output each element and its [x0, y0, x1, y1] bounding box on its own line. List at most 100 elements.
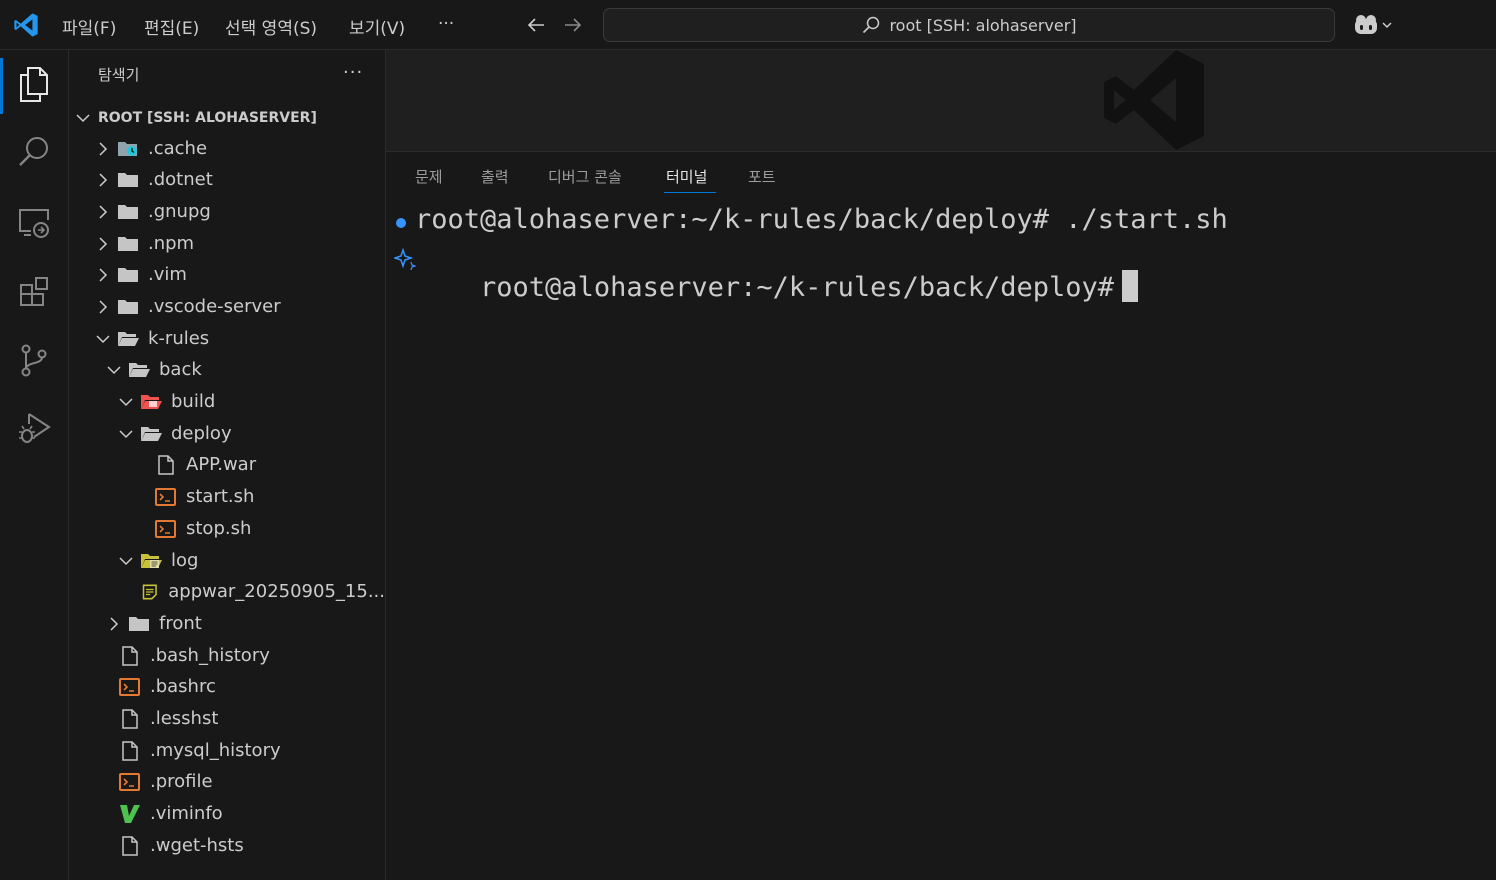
tree-item-label: .profile [150, 771, 213, 792]
tree-item-bashrc[interactable]: .bashrc [69, 671, 385, 702]
folder-icon [118, 299, 138, 314]
menu-edit[interactable]: 편집(E) [144, 14, 199, 39]
terminal-prompt: root@alohaserver:~/k-rules/back/deploy# [480, 272, 1114, 303]
sidebar-more-button[interactable]: ··· [343, 62, 363, 83]
tree-item-appwar-log[interactable]: appwar_20250905_15... [69, 576, 385, 607]
command-center-label: root [SSH: alohaserver] [889, 15, 1077, 35]
file-icon [122, 835, 138, 856]
bottom-panel: 문제 출력 디버그 콘솔 터미널 포트 root@alohaserver:~/k… [386, 152, 1496, 880]
tree-item-start-sh[interactable]: start.sh [69, 481, 385, 512]
shell-script-icon [119, 677, 140, 696]
back-arrow-icon[interactable] [524, 13, 548, 37]
tree-item-front[interactable]: front [69, 608, 385, 639]
folder-icon [118, 172, 138, 187]
tree-item-build[interactable]: build [69, 386, 385, 417]
log-file-icon [142, 584, 157, 599]
tree-item-vim[interactable]: .vim [69, 259, 385, 290]
source-control-icon [21, 344, 47, 377]
terminal-prompt-line[interactable]: root@alohaserver:~/k-rules/back/deploy# [415, 239, 1138, 334]
active-tab-underline [664, 192, 716, 193]
tree-item-k-rules[interactable]: k-rules [69, 323, 385, 354]
tree-item-label: .wget-hsts [150, 835, 244, 856]
run-debug-icon [19, 413, 51, 443]
command-success-dot [396, 218, 406, 228]
tree-item-viminfo[interactable]: .viminfo [69, 798, 385, 829]
explorer-button[interactable] [14, 64, 54, 104]
editor-area[interactable] [386, 50, 1496, 152]
chevron-down-icon [76, 114, 90, 123]
folder-icon [118, 236, 138, 251]
tree-item-npm[interactable]: .npm [69, 228, 385, 259]
extensions-button[interactable] [14, 272, 54, 312]
tree-item-label: appwar_20250905_15... [168, 581, 385, 602]
tree-item-label: .mysql_history [150, 740, 281, 761]
folder-icon [129, 616, 149, 631]
tree-item-vscode-server[interactable]: .vscode-server [69, 291, 385, 322]
tree-item-label: k-rules [148, 328, 210, 349]
menu-more[interactable]: ··· [438, 14, 454, 34]
tab-debug-console[interactable]: 디버그 콘솔 [548, 166, 622, 187]
tree-item-label: deploy [171, 423, 232, 444]
chevron-right-icon [99, 236, 108, 251]
menu-file[interactable]: 파일(F) [62, 14, 116, 39]
tree-item-label: build [171, 391, 216, 412]
run-debug-button[interactable] [14, 408, 54, 448]
chevron-right-icon [99, 204, 108, 219]
menu-view[interactable]: 보기(V) [349, 14, 405, 39]
build-folder-icon [141, 394, 162, 409]
tree-item-dotnet[interactable]: .dotnet [69, 164, 385, 195]
tree-item-label: .npm [148, 233, 195, 254]
tree-item-cache[interactable]: .cache [69, 133, 385, 164]
tree-item-wget-hsts[interactable]: .wget-hsts [69, 830, 385, 861]
tree-item-label: .bashrc [150, 676, 216, 697]
tree-item-label: .viminfo [150, 803, 223, 824]
tree-item-log[interactable]: log [69, 545, 385, 576]
sidebar-title: 탐색기 [98, 66, 140, 84]
tree-item-label: back [159, 359, 202, 380]
tree-item-label: .cache [148, 138, 208, 159]
copilot-button[interactable] [1352, 12, 1398, 38]
remote-explorer-button[interactable] [14, 202, 54, 242]
workspace-root-header[interactable]: ROOT [SSH: ALOHASERVER] [75, 106, 317, 130]
sparkle-icon[interactable] [394, 248, 416, 270]
shell-script-icon [155, 519, 176, 538]
tree-item-label: APP.war [186, 454, 257, 475]
tab-output[interactable]: 출력 [481, 166, 509, 187]
command-center[interactable]: root [SSH: alohaserver] [603, 8, 1335, 42]
tree-item-back[interactable]: back [69, 354, 385, 385]
search-icon [863, 16, 880, 34]
tree-item-label: .bash_history [150, 645, 270, 666]
tab-terminal[interactable]: 터미널 [666, 166, 707, 187]
chevron-right-icon [99, 172, 108, 187]
forward-arrow-icon[interactable] [561, 13, 585, 37]
tree-item-label: .dotnet [148, 169, 213, 190]
files-icon [20, 67, 48, 102]
tree-item-label: log [171, 550, 199, 571]
menu-selection[interactable]: 선택 영역(S) [225, 14, 317, 39]
tree-item-mysql-history[interactable]: .mysql_history [69, 735, 385, 766]
tab-ports[interactable]: 포트 [748, 166, 776, 187]
copilot-icon [1355, 15, 1377, 34]
tree-item-stop-sh[interactable]: stop.sh [69, 513, 385, 544]
shell-script-icon [155, 487, 176, 506]
search-view-button[interactable] [14, 132, 54, 172]
tree-item-label: .gnupg [148, 201, 211, 222]
chevron-right-icon [99, 267, 108, 282]
terminal-cursor [1122, 270, 1138, 302]
vscode-watermark-icon [1104, 50, 1204, 150]
tree-item-bash-history[interactable]: .bash_history [69, 640, 385, 671]
tree-item-deploy[interactable]: deploy [69, 418, 385, 449]
tree-item-lesshst[interactable]: .lesshst [69, 703, 385, 734]
folder-icon [118, 204, 138, 219]
tab-problems[interactable]: 문제 [415, 166, 443, 187]
source-control-button[interactable] [14, 340, 54, 380]
remote-explorer-icon [19, 209, 49, 238]
chevron-down-icon [119, 397, 133, 406]
tree-item-app-war[interactable]: APP.war [69, 449, 385, 480]
folder-open-icon [129, 362, 150, 377]
terminal-line[interactable]: root@alohaserver:~/k-rules/back/deploy# … [415, 204, 1228, 235]
tree-item-gnupg[interactable]: .gnupg [69, 196, 385, 227]
tree-item-profile[interactable]: .profile [69, 766, 385, 797]
file-icon [122, 645, 138, 666]
folder-icon [118, 267, 138, 282]
